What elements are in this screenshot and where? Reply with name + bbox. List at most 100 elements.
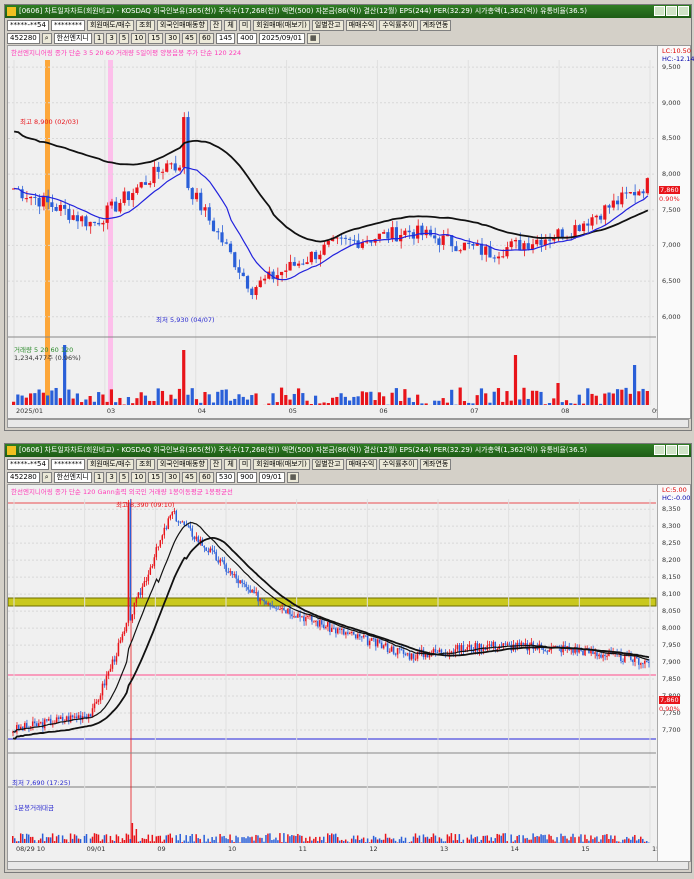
bar-count-input[interactable]: 145 bbox=[215, 32, 236, 44]
period-30[interactable]: 30 bbox=[165, 471, 181, 483]
candle-body bbox=[607, 205, 611, 208]
stock-code-input[interactable]: 452280 bbox=[7, 32, 40, 44]
candle-body bbox=[203, 545, 205, 548]
horizontal-scrollbar[interactable] bbox=[7, 861, 689, 870]
account-link-button[interactable]: 계좌연동 bbox=[419, 19, 452, 31]
maximize-button[interactable] bbox=[666, 6, 677, 16]
minute-chart-area[interactable]: 08/29 1009/010910111213141515:30:00 한선엔지… bbox=[7, 484, 691, 862]
exec-button[interactable]: 체 bbox=[224, 19, 237, 31]
volume-bar bbox=[195, 834, 197, 843]
search-icon[interactable]: ⌕ bbox=[41, 471, 52, 483]
volume-bar bbox=[71, 398, 75, 405]
candle-body bbox=[327, 622, 329, 627]
password-field[interactable]: ******** bbox=[50, 19, 85, 31]
volume-bar bbox=[203, 391, 207, 405]
balance-button[interactable]: 잔 bbox=[209, 19, 223, 31]
password-field[interactable]: ******** bbox=[50, 458, 85, 470]
period-3[interactable]: 3 bbox=[106, 471, 117, 483]
calendar-icon[interactable]: ▦ bbox=[286, 471, 300, 483]
daily-balance-button[interactable]: 일별잔고 bbox=[311, 19, 344, 31]
volume-bar bbox=[607, 392, 611, 405]
close-button[interactable] bbox=[678, 445, 689, 455]
period-10[interactable]: 10 bbox=[131, 471, 147, 483]
period-10[interactable]: 10 bbox=[131, 32, 147, 44]
volume-bar bbox=[267, 403, 271, 405]
period-1[interactable]: 1 bbox=[93, 32, 105, 44]
volume-bar bbox=[606, 834, 608, 843]
stock-code-input[interactable]: 452280 bbox=[7, 471, 40, 483]
calendar-icon[interactable]: ▦ bbox=[306, 32, 320, 44]
trade-profit-button[interactable]: 매매수익 bbox=[345, 19, 378, 31]
account-field[interactable]: *****-**54 bbox=[7, 458, 49, 470]
period-5[interactable]: 5 bbox=[118, 471, 130, 483]
search-icon[interactable]: ⌕ bbox=[41, 32, 52, 44]
daily-chart-area[interactable]: 2025/0103040506070809 한선엔지니어링 종가 단순 3 5 … bbox=[7, 45, 694, 419]
member-buysell-button[interactable]: 회원매도/매수 bbox=[86, 19, 134, 31]
candle-body bbox=[526, 243, 530, 249]
hc-label: HC:-12.14 bbox=[662, 55, 694, 63]
date-input[interactable]: 09/01 bbox=[258, 471, 285, 483]
volume-bar bbox=[369, 391, 373, 405]
member-view-button[interactable]: 회원매매(매보기) bbox=[253, 458, 310, 470]
period-15[interactable]: 15 bbox=[148, 32, 164, 44]
volume-bar bbox=[165, 401, 169, 405]
volume-bar bbox=[590, 393, 594, 405]
maximize-button[interactable] bbox=[666, 445, 677, 455]
horizontal-scrollbar[interactable] bbox=[7, 419, 689, 428]
volume-bar bbox=[301, 835, 303, 843]
volume-bar bbox=[344, 839, 347, 843]
foreign-trend-button[interactable]: 외국인매매동향 bbox=[156, 458, 208, 470]
period-30[interactable]: 30 bbox=[165, 32, 181, 44]
volume-bar bbox=[378, 838, 381, 843]
period-1[interactable]: 1 bbox=[93, 471, 105, 483]
period-15[interactable]: 15 bbox=[148, 471, 164, 483]
query-button[interactable]: 조회 bbox=[135, 458, 155, 470]
balance-button[interactable]: 잔 bbox=[209, 458, 223, 470]
candle-body bbox=[253, 589, 255, 594]
candle-body bbox=[147, 574, 150, 581]
candle-body bbox=[285, 610, 287, 614]
period-60[interactable]: 60 bbox=[198, 32, 214, 44]
unexec-button[interactable]: 미 bbox=[238, 458, 252, 470]
high-label: 최고 8,900 (02/03) bbox=[20, 118, 79, 126]
period-60[interactable]: 60 bbox=[198, 471, 214, 483]
candle-body bbox=[466, 647, 469, 650]
date-input[interactable]: 2025/09/01 bbox=[258, 32, 305, 44]
account-field[interactable]: *****-**54 bbox=[7, 19, 49, 31]
candle-body bbox=[89, 714, 92, 717]
volume-bar bbox=[494, 838, 496, 843]
trade-profit-button[interactable]: 매매수익 bbox=[345, 458, 378, 470]
candle-body bbox=[84, 216, 88, 227]
minimize-button[interactable] bbox=[654, 445, 665, 455]
volume-bar bbox=[596, 836, 598, 843]
candle-body bbox=[95, 701, 98, 704]
close-button[interactable] bbox=[678, 6, 689, 16]
member-buysell-button[interactable]: 회원매도/매수 bbox=[86, 458, 134, 470]
period-45[interactable]: 45 bbox=[182, 32, 197, 44]
volume-bar bbox=[535, 390, 539, 405]
return-trend-button[interactable]: 수익률추이 bbox=[379, 458, 418, 470]
candle-body bbox=[177, 167, 182, 171]
candle-body bbox=[231, 571, 233, 575]
period-5[interactable]: 5 bbox=[118, 32, 130, 44]
minimize-button[interactable] bbox=[654, 6, 665, 16]
volume-bar bbox=[57, 834, 60, 843]
bar-count-input[interactable]: 530 bbox=[215, 471, 236, 483]
account-link-button[interactable]: 계좌연동 bbox=[419, 458, 452, 470]
volume-bar bbox=[45, 837, 48, 843]
return-trend-button[interactable]: 수익률추이 bbox=[379, 19, 418, 31]
period-3[interactable]: 3 bbox=[106, 32, 117, 44]
exec-button[interactable]: 체 bbox=[224, 458, 237, 470]
period-45[interactable]: 45 bbox=[182, 471, 197, 483]
foreign-trend-button[interactable]: 외국인매매동향 bbox=[156, 19, 208, 31]
unexec-button[interactable]: 미 bbox=[238, 19, 252, 31]
candle-body bbox=[183, 521, 185, 526]
member-view-button[interactable]: 회원매매(매보기) bbox=[253, 19, 310, 31]
query-button[interactable]: 조회 bbox=[135, 19, 155, 31]
volume-bar bbox=[46, 395, 50, 405]
volume-bar bbox=[594, 395, 598, 405]
candle-body bbox=[135, 187, 139, 193]
daily-balance-button[interactable]: 일별잔고 bbox=[311, 458, 344, 470]
candle-body bbox=[581, 223, 586, 232]
candle-body bbox=[606, 655, 608, 657]
